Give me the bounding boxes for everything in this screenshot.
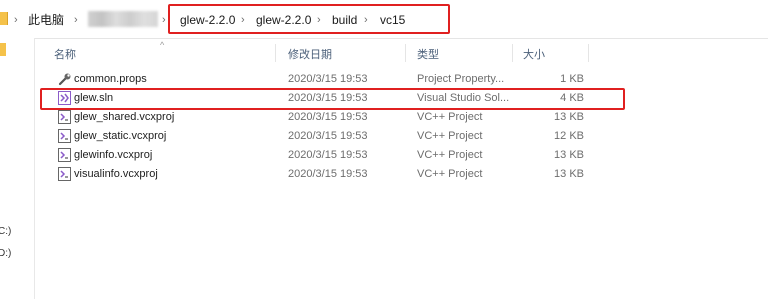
file-date: 2020/3/15 19:53 bbox=[288, 149, 368, 161]
file-row[interactable]: glew_static.vcxproj 2020/3/15 19:53 VC++… bbox=[50, 127, 610, 146]
vcxproj-icon bbox=[58, 129, 71, 143]
wrench-icon bbox=[58, 73, 71, 86]
file-row[interactable]: common.props 2020/3/15 19:53 Project Pro… bbox=[50, 70, 610, 89]
file-name: common.props bbox=[74, 73, 147, 85]
folder-icon bbox=[0, 43, 6, 56]
column-divider[interactable] bbox=[275, 44, 276, 62]
file-size: 13 KB bbox=[554, 149, 584, 161]
path-highlight-box bbox=[168, 4, 450, 34]
file-type: VC++ Project bbox=[417, 149, 483, 161]
column-size[interactable]: 大小 bbox=[523, 46, 545, 62]
file-size: 13 KB bbox=[554, 168, 584, 180]
drive-c-label[interactable]: C:) bbox=[0, 226, 11, 237]
drive-d-label[interactable]: D:) bbox=[0, 248, 11, 259]
folder-icon bbox=[0, 12, 8, 25]
file-name: glewinfo.vcxproj bbox=[74, 149, 153, 161]
vcxproj-icon bbox=[58, 110, 71, 124]
file-row[interactable]: glewinfo.vcxproj 2020/3/15 19:53 VC++ Pr… bbox=[50, 146, 610, 165]
file-date: 2020/3/15 19:53 bbox=[288, 111, 368, 123]
column-divider[interactable] bbox=[405, 44, 406, 62]
file-date: 2020/3/15 19:53 bbox=[288, 168, 368, 180]
sort-ascending-icon: ^ bbox=[160, 40, 165, 50]
chevron-right-icon: › bbox=[74, 14, 78, 26]
navigation-pane[interactable]: C:) D:) bbox=[0, 38, 35, 299]
column-name[interactable]: 名称 bbox=[54, 46, 76, 62]
file-type: Project Property... bbox=[417, 73, 505, 85]
address-bar[interactable]: › 此电脑 › › glew-2.2.0 › glew-2.2.0 › buil… bbox=[0, 0, 768, 39]
breadcrumb-this-pc[interactable]: 此电脑 bbox=[28, 12, 64, 28]
vcxproj-icon bbox=[58, 148, 71, 162]
file-size: 12 KB bbox=[554, 130, 584, 142]
file-name: glew_static.vcxproj bbox=[74, 130, 167, 142]
blurred-path-segment bbox=[88, 11, 158, 27]
column-divider[interactable] bbox=[588, 44, 589, 62]
column-header: 名称 修改日期 类型 大小 bbox=[34, 38, 768, 68]
file-size: 1 KB bbox=[560, 73, 584, 85]
column-date[interactable]: 修改日期 bbox=[288, 46, 332, 62]
file-type: VC++ Project bbox=[417, 111, 483, 123]
vcxproj-icon bbox=[58, 167, 71, 181]
chevron-right-icon: › bbox=[14, 14, 18, 26]
file-date: 2020/3/15 19:53 bbox=[288, 73, 368, 85]
file-type: VC++ Project bbox=[417, 168, 483, 180]
file-size: 13 KB bbox=[554, 111, 584, 123]
file-date: 2020/3/15 19:53 bbox=[288, 130, 368, 142]
column-divider[interactable] bbox=[512, 44, 513, 62]
chevron-right-icon: › bbox=[162, 14, 166, 26]
file-type: VC++ Project bbox=[417, 130, 483, 142]
file-name: visualinfo.vcxproj bbox=[74, 168, 158, 180]
row-highlight-box bbox=[40, 88, 625, 110]
column-type[interactable]: 类型 bbox=[417, 46, 439, 62]
file-name: glew_shared.vcxproj bbox=[74, 111, 175, 123]
file-row[interactable]: glew_shared.vcxproj 2020/3/15 19:53 VC++… bbox=[50, 108, 610, 127]
file-row[interactable]: visualinfo.vcxproj 2020/3/15 19:53 VC++ … bbox=[50, 165, 610, 184]
